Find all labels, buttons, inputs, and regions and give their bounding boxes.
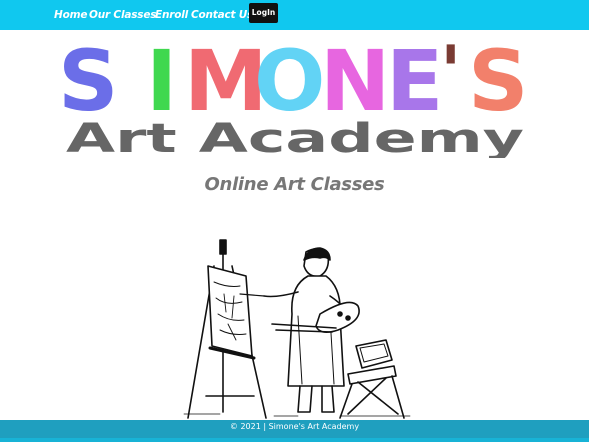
nav-contact-us-link[interactable]: Contact Us	[191, 8, 253, 22]
top-navbar: Home Our Classes Enroll Contact Us LogIn	[0, 0, 589, 30]
page-subtitle: Online Art Classes	[204, 174, 385, 195]
logo-tagline: Art Academy	[66, 116, 524, 158]
nav-our-classes-link[interactable]: Our Classes	[89, 8, 156, 22]
footer-bottom-strip	[0, 438, 589, 442]
academy-logo[interactable]: S I M O N E ' S Art Academy	[58, 38, 532, 158]
login-button[interactable]: LogIn	[249, 3, 278, 23]
logo-letter: '	[440, 38, 461, 113]
nav-enroll-link[interactable]: Enroll	[155, 8, 188, 22]
painter-at-easel-icon	[180, 236, 412, 420]
footer-copyright: © 2021 | Simone's Art Academy	[229, 422, 360, 431]
nav-home-link[interactable]: Home	[54, 8, 87, 22]
